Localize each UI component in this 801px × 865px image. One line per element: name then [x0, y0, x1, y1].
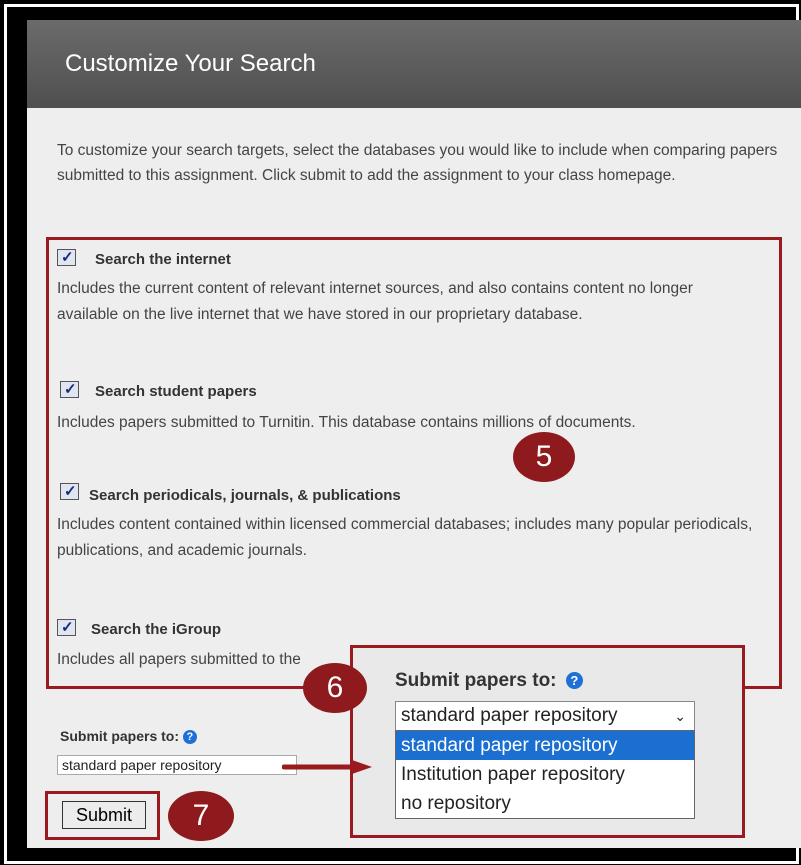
annotation-box-submit	[45, 791, 160, 840]
submit-papers-label: Submit papers to: ?	[60, 728, 197, 745]
repository-option-none[interactable]: no repository	[396, 789, 694, 818]
zoom-submit-papers-label-text: Submit papers to:	[395, 670, 557, 691]
help-icon[interactable]: ?	[565, 672, 583, 690]
chevron-down-icon: ⌄	[674, 708, 686, 724]
repository-option-standard[interactable]: standard paper repository	[396, 731, 694, 760]
zoom-submit-papers-label: Submit papers to: ?	[395, 670, 583, 692]
zoom-select-value: standard paper repository	[401, 705, 618, 726]
step-badge-5: 5	[513, 432, 575, 482]
step-badge-6: 6	[303, 663, 367, 713]
submit-papers-select[interactable]: standard paper repository	[57, 755, 297, 775]
intro-text: To customize your search targets, select…	[57, 142, 778, 184]
repository-options-list: standard paper repository Institution pa…	[395, 730, 695, 819]
repository-option-institution[interactable]: Institution paper repository	[396, 760, 694, 789]
step-badge-7: 7	[168, 791, 234, 841]
zoom-repository-select[interactable]: standard paper repository ⌄	[395, 701, 695, 731]
zoomed-dropdown-callout: Submit papers to: ? standard paper repos…	[350, 645, 745, 838]
submit-papers-label-text: Submit papers to:	[60, 728, 180, 744]
panel-header: Customize Your Search	[27, 20, 801, 108]
page-title: Customize Your Search	[65, 50, 316, 77]
annotation-arrow-icon	[282, 760, 372, 774]
annotation-box-options	[46, 237, 782, 689]
help-icon[interactable]: ?	[182, 730, 197, 745]
